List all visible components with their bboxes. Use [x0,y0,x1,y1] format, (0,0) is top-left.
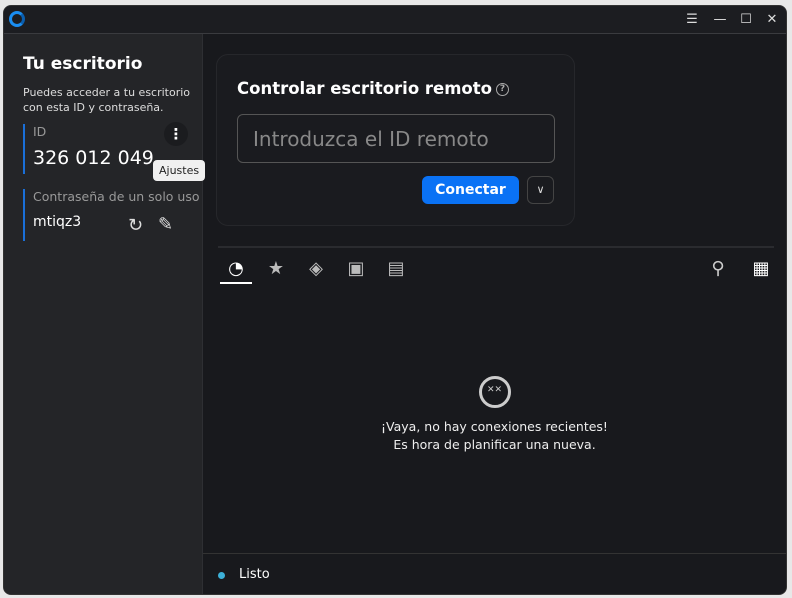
title-bar: ☰ — ☐ ✕ [4,6,786,34]
status-text: Listo [239,567,270,582]
sidebar: Tu escritorio Puedes acceder a tu escrit… [4,34,206,594]
app-window: ☰ — ☐ ✕ Tu escritorio Puedes acceder a t… [3,5,787,595]
tooltip: Ajustes [153,160,206,181]
divider [218,246,774,248]
menu-icon[interactable]: ☰ [681,10,703,30]
close-icon[interactable]: ✕ [761,10,783,30]
id-block: ID 326 012 049 [23,124,154,174]
id-value[interactable]: 326 012 049 [33,147,154,169]
maximize-icon[interactable]: ☐ [735,10,757,30]
sad-face-icon: ✕✕ [478,376,511,408]
empty-line2: Es hora de planificar una nueva. [393,437,596,452]
clock-icon[interactable]: ◔ [220,258,252,284]
address-book-icon[interactable]: ▣ [340,258,372,284]
devices-icon[interactable]: ▤ [380,258,412,284]
remote-id-input[interactable] [237,114,555,163]
empty-line1: ¡Vaya, no hay conexiones recientes! [381,419,608,434]
connect-title-text: Controlar escritorio remoto [237,79,492,98]
grid-view-icon[interactable]: ▦ [745,258,777,284]
rustdesk-logo-icon [9,11,25,27]
help-icon[interactable]: ? [496,83,509,96]
status-dot-icon [218,572,225,579]
more-options-button[interactable]: ⋮ [164,122,188,146]
search-icon[interactable]: ⚲ [702,258,734,284]
chevron-down-icon[interactable]: ∨ [527,176,554,204]
password-value[interactable]: mtiqz3 [33,214,200,230]
empty-state: ✕✕ ¡Vaya, no hay conexiones recientes! Es… [203,376,786,454]
connect-card: Controlar escritorio remoto? Conectar ∨ [216,54,575,226]
sidebar-title: Tu escritorio [23,54,143,74]
sidebar-description: Puedes acceder a tu escritorio con esta … [23,86,191,114]
refresh-icon[interactable]: ↻ [128,215,143,236]
minimize-icon[interactable]: — [709,10,731,30]
status-bar: Listo [203,553,786,594]
edit-icon[interactable]: ✎ [158,214,173,235]
password-label: Contraseña de un solo uso [33,189,200,204]
connect-button[interactable]: Conectar [422,176,519,204]
id-label: ID [33,124,47,139]
compass-icon[interactable]: ◈ [300,258,332,284]
star-icon[interactable]: ★ [260,258,292,284]
connect-title: Controlar escritorio remoto? [237,79,509,98]
